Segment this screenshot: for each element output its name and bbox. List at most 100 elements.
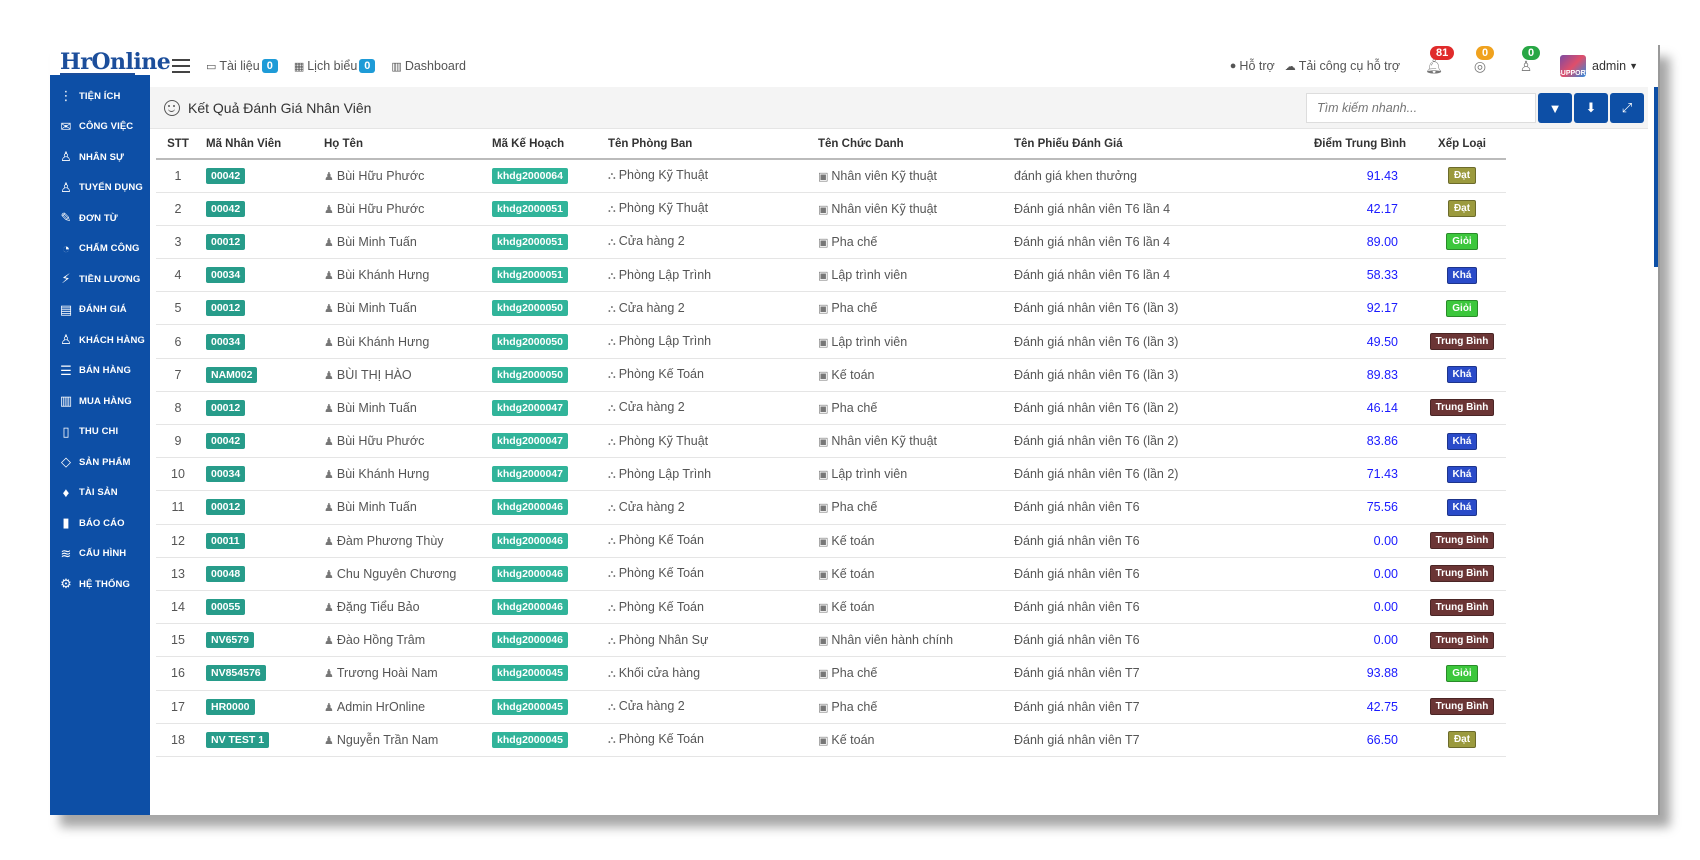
filter-button[interactable]: ▼ [1538,93,1572,123]
plan-code-tag[interactable]: khdg2000046 [492,532,568,549]
column-header[interactable]: Điểm Trung Bình [1248,129,1418,160]
plan-code-tag[interactable]: khdg2000046 [492,565,568,582]
employee-code-tag[interactable]: 00034 [206,267,246,284]
dashboard-link[interactable]: ▥ Dashboard [391,59,466,73]
table-row[interactable]: 11 00012 ♟ Bùi Minh Tuấn khdg2000046 ⛬ Cửa hàn… [156,490,1506,525]
table-row[interactable]: 4 00034 ♟ Bùi Khánh Hưng khdg2000051 ⛬ Phòng L… [156,258,1506,293]
table-row[interactable]: 5 00012 ♟ Bùi Minh Tuấn khdg2000050 ⛬ Cửa hàng… [156,291,1506,326]
employee-code-tag[interactable]: 00011 [206,532,245,549]
employee-code-tag[interactable]: NV854576 [206,665,266,682]
table-row[interactable]: 10 00034 ♟ Bùi Khánh Hưng khdg2000047 ⛬ Phòng … [156,457,1506,492]
plan-code-tag[interactable]: khdg2000064 [492,167,568,184]
sidebar-item[interactable]: ♦ Tài sản [50,478,150,509]
employee-name: Bùi Hữu Phước [336,434,425,449]
job-title-cell: ▣ Pha chế [812,490,1008,525]
employee-code-tag[interactable]: 00012 [206,499,246,516]
employee-code-tag[interactable]: 00055 [206,599,246,616]
schedule-link[interactable]: ▦ Lịch biểu 0 [294,59,376,73]
download-button[interactable]: ⬇ [1574,93,1608,123]
employee-code-tag[interactable]: NV TEST 1 [206,731,270,748]
sidebar-item[interactable]: ☰ Bán hàng [50,356,150,387]
sidebar-item[interactable]: ≋ Cấu hình [50,539,150,570]
table-row[interactable]: 13 00048 ♟ Chu Nguyên Chương khdg2000046 ⛬ Phò… [156,557,1506,591]
sidebar-item[interactable]: ▯ Thu chi [50,417,150,448]
scrollbar[interactable] [1654,87,1658,267]
plan-code-tag[interactable]: khdg2000047 [492,399,568,416]
table-row[interactable]: 1 00042 ♟ Bùi Hữu Phước khdg2000064 ⛬ Phòng Kỹ… [156,159,1506,193]
table-row[interactable]: 15 NV6579 ♟ Đào Hồng Trâm khdg2000046 ⛬ Phòng … [156,623,1506,658]
table-row[interactable]: 18 NV TEST 1 ♟ Nguyễn Trần Nam khdg2000045 ⛬ P… [156,723,1506,757]
plan-code-tag[interactable]: khdg2000047 [492,433,568,450]
sidebar-item[interactable]: ✉ Công việc [50,112,150,143]
globe-notification[interactable]: ◎ 0 [1468,46,1495,78]
quick-search-input[interactable] [1306,93,1536,123]
table-row[interactable]: 14 00055 ♟ Đặng Tiểu Bảo khdg2000046 ⛬ Phòng K… [156,590,1506,625]
plan-code-tag[interactable]: khdg2000045 [492,731,568,748]
employee-code-tag[interactable]: 00042 [206,433,246,450]
plan-code-tag[interactable]: khdg2000051 [492,200,568,217]
table-row[interactable]: 16 NV854576 ♟ Trương Hoài Nam khdg2000045 ⛬ Kh… [156,656,1506,691]
menu-toggle-icon[interactable] [172,59,190,73]
plan-code-tag[interactable]: khdg2000051 [492,267,568,284]
employee-code-tag[interactable]: 00012 [206,399,246,416]
table-row[interactable]: 6 00034 ♟ Bùi Khánh Hưng khdg2000050 ⛬ Phòng L… [156,324,1506,359]
sidebar-item[interactable]: ⚙ Hệ thống [50,569,150,600]
support-link[interactable]: ● Hỗ trợ [1230,59,1275,73]
plan-code-tag[interactable]: khdg2000050 [492,366,568,383]
plan-code-tag[interactable]: khdg2000050 [492,333,568,350]
employee-code-tag[interactable]: 00042 [206,167,246,184]
sidebar-item[interactable]: ▤ Đánh giá [50,295,150,326]
documents-link[interactable]: ▭ Tài liệu 0 [206,59,278,73]
employee-code-tag[interactable]: HR0000 [206,698,255,715]
sidebar-item[interactable]: ⚡ Tiền lương [50,264,150,295]
table-row[interactable]: 17 HR0000 ♟ Admin HrOnline khdg2000045 ⛬ Cửa h… [156,690,1506,724]
employee-code-tag[interactable]: NAM002 [206,366,258,383]
plan-code-tag[interactable]: khdg2000045 [492,698,568,715]
table-row[interactable]: 3 00012 ♟ Bùi Minh Tuấn khdg2000051 ⛬ Cửa hàng… [156,225,1506,260]
sidebar-item[interactable]: ▮ Báo cáo [50,508,150,539]
plan-code-tag[interactable]: khdg2000051 [492,233,568,250]
plan-code-tag[interactable]: khdg2000046 [492,632,568,649]
column-header[interactable]: Mã Kế Hoạch [486,129,602,160]
column-header[interactable]: Tên Phiếu Đánh Giá [1008,129,1248,160]
sidebar-item[interactable]: ♙ Khách hàng [50,325,150,356]
employee-code-tag[interactable]: NV6579 [206,632,254,649]
employee-code-tag[interactable]: 00042 [206,200,246,217]
employee-code-tag[interactable]: 00048 [206,565,246,582]
sidebar-item-label: Bán hàng [79,365,131,377]
column-header[interactable]: STT [156,129,200,160]
sidebar-item[interactable]: ▥ Mua hàng [50,386,150,417]
sidebar-item[interactable]: ◇ Sản phẩm [50,447,150,478]
bell-notification[interactable]: 🔔︎ 81 [1422,46,1455,78]
column-header[interactable]: Tên Phòng Ban [602,129,812,160]
column-header[interactable]: Mã Nhân Viên [200,129,318,160]
sidebar-item[interactable]: ✎ Đơn từ [50,203,150,234]
user-notification[interactable]: ♙ 0 [1514,46,1541,78]
user-icon: ♟ [324,502,334,515]
table-row[interactable]: 8 00012 ♟ Bùi Minh Tuấn khdg2000047 ⛬ Cửa hàng… [156,391,1506,426]
sidebar-item[interactable]: ♙ Tuyển dụng [50,173,150,204]
employee-code-tag[interactable]: 00034 [206,333,246,350]
employee-code-tag[interactable]: 00012 [206,300,246,317]
user-menu[interactable]: SUPPORT admin ▼ [1556,55,1638,77]
column-header[interactable]: Xếp Loại [1418,129,1506,160]
employee-code-tag[interactable]: 00034 [206,466,246,483]
employee-code-tag[interactable]: 00012 [206,233,246,250]
table-row[interactable]: 7 NAM002 ♟ BÙI THỊ HÀO khdg2000050 ⛬ Phòng Kế … [156,358,1506,392]
column-header[interactable]: Họ Tên [318,129,486,160]
column-header[interactable]: Tên Chức Danh [812,129,1008,160]
download-tool-link[interactable]: ☁ Tải công cụ hỗ trợ [1285,59,1400,73]
plan-code-tag[interactable]: khdg2000050 [492,300,568,317]
sidebar-item[interactable]: ◔ Chấm công [50,234,150,265]
plan-code-tag[interactable]: khdg2000047 [492,466,568,483]
plan-code-tag[interactable]: khdg2000046 [492,599,568,616]
plan-code-tag[interactable]: khdg2000046 [492,499,568,516]
fullscreen-button[interactable]: ⤢ [1610,93,1644,123]
table-row[interactable]: 2 00042 ♟ Bùi Hữu Phước khdg2000051 ⛬ Phòng Kỹ… [156,192,1506,226]
plan-code-tag[interactable]: khdg2000045 [492,665,568,682]
employee-name-cell: ♟ Bùi Minh Tuấn [318,391,486,426]
table-row[interactable]: 12 00011 ♟ Đàm Phương Thùy khdg2000046 ⛬ Phòng… [156,524,1506,558]
sidebar-item[interactable]: ♙ Nhân sự [50,142,150,173]
table-row[interactable]: 9 00042 ♟ Bùi Hữu Phước khdg2000047 ⛬ Phòng Kỹ… [156,424,1506,459]
sidebar-item[interactable]: ⋮ Tiện ích [50,81,150,112]
